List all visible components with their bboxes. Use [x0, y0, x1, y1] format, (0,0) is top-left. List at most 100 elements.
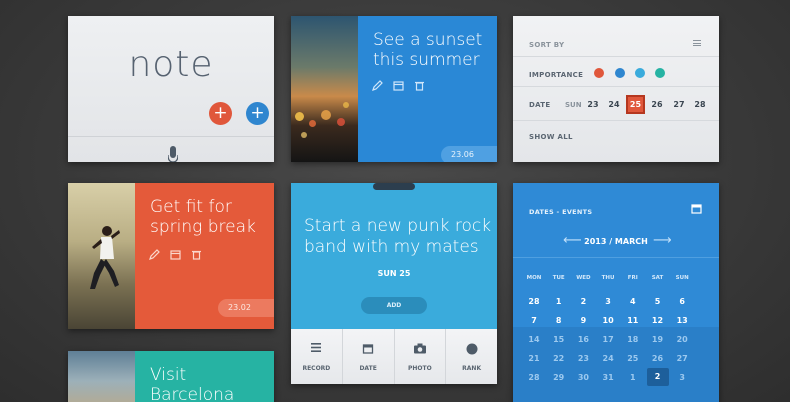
sunset-note-card[interactable]: See a sunset this summer 23.06 [291, 16, 497, 162]
day-option-selected[interactable]: 25 [626, 95, 645, 114]
trash-icon[interactable] [191, 249, 202, 260]
calendar-icon [362, 344, 374, 354]
importance-teal[interactable] [655, 68, 665, 78]
divider [513, 120, 719, 121]
calendar-day[interactable]: 3 [597, 297, 619, 306]
divider [68, 136, 274, 137]
day-option[interactable]: 26 [649, 100, 665, 109]
calendar-day[interactable]: 8 [548, 316, 570, 325]
rank-button[interactable]: RANK [446, 329, 497, 384]
fitness-note-card[interactable]: Get fit for spring break 23.02 [68, 183, 274, 329]
barcelona-title: Visit Barcelona [150, 365, 235, 402]
calendar-day[interactable]: 20 [671, 335, 693, 344]
fitness-date-badge: 23.02 [218, 299, 274, 317]
pencil-icon[interactable] [149, 249, 160, 260]
calendar-day[interactable]: 10 [597, 316, 619, 325]
weekday-label: MON [526, 275, 542, 281]
calendar-icon[interactable] [393, 80, 404, 91]
calendar-day[interactable]: 7 [523, 316, 545, 325]
calendar-day[interactable]: 2 [572, 297, 594, 306]
day-name: SUN [565, 101, 582, 109]
fitness-title: Get fit for spring break [150, 197, 256, 237]
calendar-day[interactable]: 27 [671, 354, 693, 363]
show-all-link[interactable]: SHOW ALL [529, 133, 573, 141]
weekday-label: SAT [651, 275, 664, 281]
calendar-day[interactable]: 3 [671, 373, 693, 382]
calendar-day[interactable]: 18 [622, 335, 644, 344]
calendar-day[interactable]: 30 [572, 373, 594, 382]
month-title: 2013 / MARCH [584, 237, 648, 246]
calendar-day[interactable]: 19 [647, 335, 669, 344]
calendar-day[interactable]: 17 [597, 335, 619, 344]
calendar-day[interactable]: 22 [548, 354, 570, 363]
calendar-day[interactable]: 28 [523, 373, 545, 382]
importance-cyan[interactable] [635, 68, 645, 78]
day-option[interactable]: 28 [692, 100, 708, 109]
date-button[interactable]: DATE [343, 329, 395, 384]
calendar-icon[interactable] [691, 203, 702, 214]
weekday-label: FRI [627, 275, 638, 281]
calendar-day[interactable]: 12 [647, 316, 669, 325]
weekday-label: WED [576, 275, 591, 281]
barcelona-note-card[interactable]: Visit Barcelona [68, 351, 274, 402]
calendar-label: DATES - EVENTS [529, 208, 593, 216]
trash-icon[interactable] [414, 80, 425, 91]
calendar-day-selected[interactable]: 2 [646, 368, 669, 386]
rank-label: RANK [462, 365, 482, 372]
new-note-card: Start a new punk rock band with my mates… [291, 183, 497, 384]
calendar-day[interactable]: 4 [622, 297, 644, 306]
sunset-date-badge: 23.06 [441, 146, 497, 162]
photo-button[interactable]: PHOTO [395, 329, 447, 384]
barcelona-photo [68, 351, 135, 402]
sort-card: SORT BY IMPORTANCE DATE SUN 23 24 25 26 … [513, 16, 719, 162]
day-option[interactable]: 24 [606, 100, 622, 109]
drag-handle[interactable] [373, 183, 415, 190]
note-card[interactable]: note + + [68, 16, 274, 162]
calendar-day[interactable]: 28 [523, 297, 545, 306]
add-blue-button[interactable]: + [246, 102, 269, 125]
divider [513, 56, 719, 57]
day-option[interactable]: 23 [585, 100, 601, 109]
calendar-day[interactable]: 26 [647, 354, 669, 363]
note-title: note [128, 44, 214, 85]
importance-label: IMPORTANCE [529, 71, 584, 79]
calendar-day[interactable]: 24 [597, 354, 619, 363]
calendar-day[interactable]: 1 [548, 297, 570, 306]
record-button[interactable]: RECORD [291, 329, 343, 384]
calendar-card: DATES - EVENTS ⟵ 2013 / MARCH ⟶ MON TUE WE… [513, 183, 719, 402]
calendar-day[interactable]: 15 [548, 335, 570, 344]
note-toolbar: RECORD DATE PHOTO RANK [291, 329, 497, 384]
calendar-day[interactable]: 31 [597, 373, 619, 382]
note-input-text[interactable]: Start a new punk rock band with my mates [304, 216, 494, 258]
sunset-photo [291, 16, 358, 162]
calendar-day[interactable]: 14 [523, 335, 545, 344]
calendar-day[interactable]: 6 [671, 297, 693, 306]
add-red-button[interactable]: + [209, 102, 232, 125]
calendar-day[interactable]: 23 [572, 354, 594, 363]
calendar-day[interactable]: 1 [622, 373, 644, 382]
menu-icon [311, 343, 322, 352]
calendar-day[interactable]: 13 [671, 316, 693, 325]
calendar-day[interactable]: 16 [572, 335, 594, 344]
divider [513, 86, 719, 87]
microphone-icon[interactable] [168, 146, 178, 162]
next-month-arrow[interactable]: ⟶ [653, 233, 672, 248]
calendar-day[interactable]: 11 [622, 316, 644, 325]
importance-blue[interactable] [615, 68, 625, 78]
importance-red[interactable] [594, 68, 604, 78]
weekday-label: SUN [675, 275, 689, 281]
menu-icon[interactable] [693, 40, 701, 46]
calendar-icon[interactable] [170, 249, 181, 260]
selected-date: SUN 25 [377, 269, 411, 278]
record-label: RECORD [302, 365, 331, 372]
add-button[interactable]: ADD [361, 297, 427, 314]
calendar-day[interactable]: 25 [622, 354, 644, 363]
calendar-day[interactable]: 29 [548, 373, 570, 382]
calendar-day[interactable]: 21 [523, 354, 545, 363]
day-option[interactable]: 27 [671, 100, 687, 109]
sort-by-label: SORT BY [529, 41, 565, 49]
calendar-day[interactable]: 9 [572, 316, 594, 325]
calendar-day[interactable]: 5 [647, 297, 669, 306]
fitness-actions [149, 249, 202, 260]
pencil-icon[interactable] [372, 80, 383, 91]
